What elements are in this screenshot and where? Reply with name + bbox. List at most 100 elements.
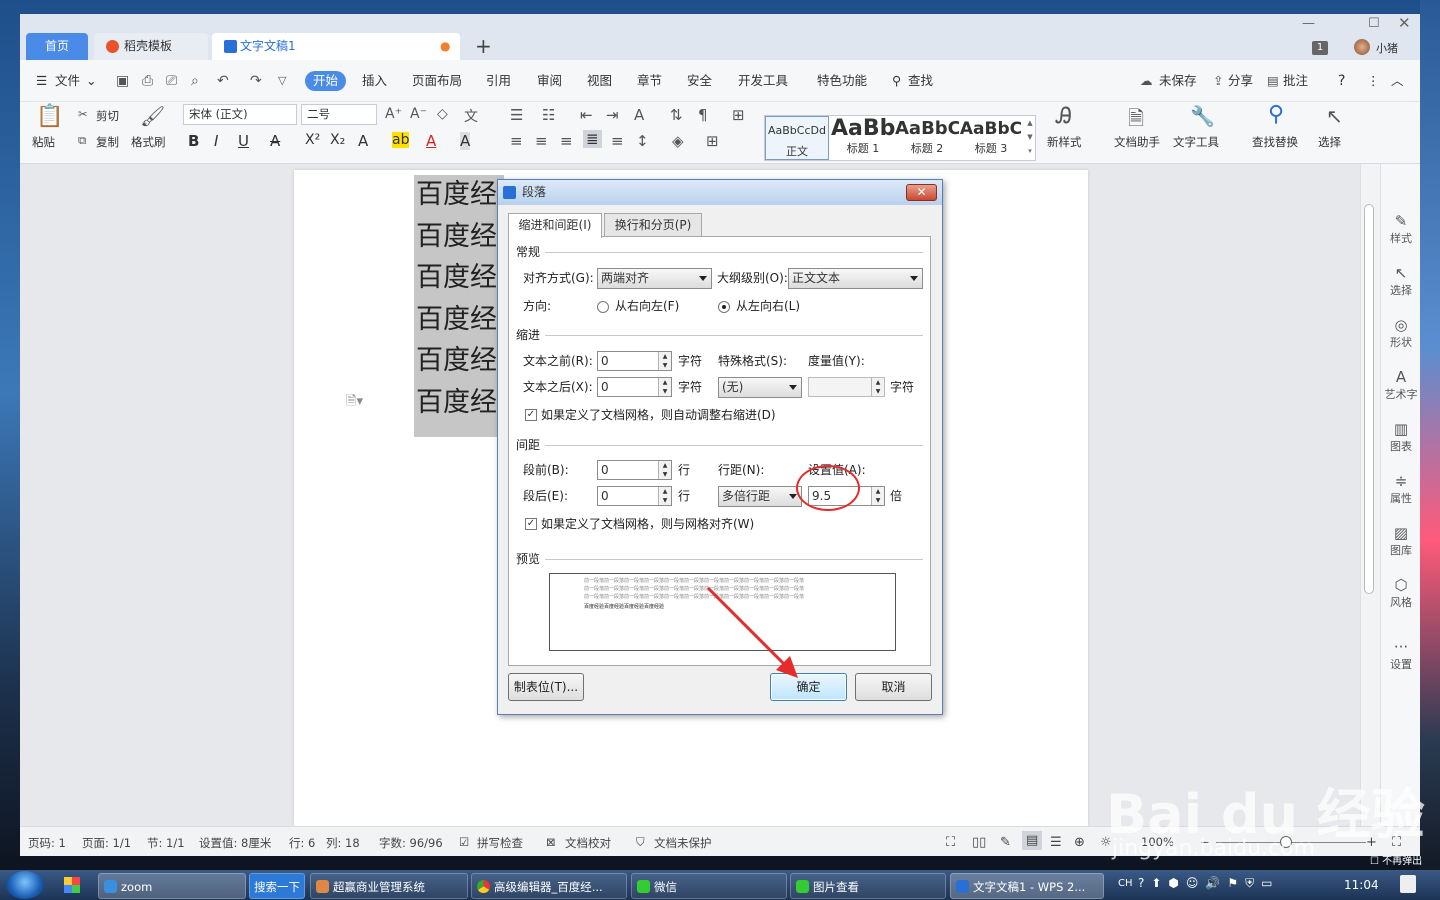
italic-icon[interactable]: I <box>214 132 218 150</box>
text-tools-button[interactable]: 文字工具 <box>1173 134 1219 150</box>
style-heading1[interactable]: AaBb 标题 1 <box>831 116 895 160</box>
taskbar-zoom[interactable]: zoom <box>98 873 246 899</box>
indent-after-unit[interactable]: 字符 <box>678 377 702 397</box>
superscript-icon[interactable]: X² <box>305 132 320 148</box>
select-button[interactable]: 选择 <box>1318 134 1341 150</box>
panel-wordart[interactable]: A 艺术字 <box>1381 368 1420 402</box>
taskbar-search[interactable]: 搜索一下 <box>249 873 305 899</box>
new-style-button[interactable]: 新样式 <box>1047 134 1082 150</box>
hamburger-icon[interactable]: ☰ <box>36 72 47 90</box>
read-mode-icon[interactable]: ▯▯ <box>972 835 986 850</box>
format-painter-button[interactable]: 格式刷 <box>131 134 166 150</box>
subscript-icon[interactable]: X₂ <box>330 132 345 148</box>
save-icon[interactable]: ▣ <box>116 72 129 90</box>
line-spacing-icon[interactable]: ↕ <box>636 132 649 150</box>
style-normal[interactable]: AaBbCcDd 正文 <box>765 116 829 160</box>
tab-document[interactable]: 文字文稿1 ● <box>212 33 460 60</box>
spin-buttons-icon[interactable]: ▲ ▼ <box>871 378 884 396</box>
panel-theme[interactable]: ⬡ 风格 <box>1381 576 1420 610</box>
menu-review[interactable]: 审阅 <box>537 72 562 90</box>
justify-icon[interactable]: ≣ <box>583 130 602 148</box>
spin-buttons-icon[interactable]: ▲ ▼ <box>658 487 671 505</box>
space-after-input[interactable]: 0 ▲ ▼ <box>597 486 672 506</box>
bold-icon[interactable]: B <box>188 132 199 150</box>
table-border-icon[interactable]: ⊞ <box>732 106 745 124</box>
window-maximize-button[interactable]: ☐ <box>1368 16 1380 31</box>
font-color-icon[interactable]: A <box>426 132 436 150</box>
show-marks-icon[interactable]: ¶ <box>698 106 708 124</box>
menu-search[interactable]: 查找 <box>908 72 933 90</box>
bullet-list-icon[interactable]: ☰ <box>510 106 523 124</box>
increase-indent-icon[interactable]: ⇥ <box>606 106 619 124</box>
status-row[interactable]: 行: 6 <box>289 835 315 851</box>
doc-line[interactable]: 百度经验 <box>416 340 500 381</box>
tabs-button[interactable]: 制表位(T)... <box>508 673 584 701</box>
proofread-button[interactable]: 文档校对 <box>565 835 611 851</box>
paragraph-handle-icon[interactable]: 🗎▾ <box>346 392 363 414</box>
numbered-list-icon[interactable]: ☷ <box>542 106 555 124</box>
cancel-button[interactable]: 取消 <box>855 673 932 701</box>
highlight-icon[interactable]: ab <box>392 132 410 148</box>
menu-security[interactable]: 安全 <box>687 72 712 90</box>
status-setting[interactable]: 设置值: 8厘米 <box>199 835 271 851</box>
border-icon[interactable]: ⊞ <box>706 132 719 150</box>
help-button[interactable]: ? <box>1338 72 1345 90</box>
status-col[interactable]: 列: 18 <box>326 835 360 851</box>
doc-line[interactable]: 百度经验 <box>416 299 500 340</box>
print-icon[interactable]: ⎚ <box>166 72 177 90</box>
special-format-select[interactable]: (无) <box>718 377 802 398</box>
collapse-ribbon-icon[interactable]: ︿ <box>1391 72 1404 90</box>
notification-badge[interactable]: 1 <box>1312 41 1328 55</box>
status-page-code[interactable]: 页码: 1 <box>28 835 66 851</box>
ltr-radio[interactable] <box>718 301 730 313</box>
avatar[interactable] <box>1354 39 1370 55</box>
indent-before-unit[interactable]: 字符 <box>678 351 702 371</box>
status-section[interactable]: 节: 1/1 <box>147 835 185 851</box>
page-view-icon[interactable]: ▤ <box>1022 831 1043 850</box>
underline-icon[interactable]: U <box>238 132 249 150</box>
app-grid-icon[interactable] <box>64 877 80 893</box>
indent-before-input[interactable]: 0 ▲ ▼ <box>597 351 672 371</box>
popup-dismiss[interactable]: ☐ 不再弹出 <box>1370 852 1422 867</box>
style-gallery-scroll[interactable]: ▲ ▼ ▾ <box>1025 116 1035 160</box>
clear-format-icon[interactable]: ◇ <box>437 106 448 122</box>
tab-home[interactable]: 首页 <box>26 33 88 60</box>
user-name[interactable]: 小猪 <box>1376 40 1398 56</box>
grow-font-icon[interactable]: A⁺ <box>385 106 402 122</box>
spin-buttons-icon[interactable]: ▲ ▼ <box>658 352 671 370</box>
menu-references[interactable]: 引用 <box>486 72 511 90</box>
indent-grid-checkbox[interactable]: ✓ <box>525 409 537 421</box>
rtl-label[interactable]: 从右向左(F) <box>615 296 679 316</box>
line-spacing-select[interactable]: 多倍行距 <box>718 486 802 507</box>
panel-settings[interactable]: ··· 设置 <box>1381 638 1420 672</box>
style-heading2[interactable]: AaBbC 标题 2 <box>895 116 959 160</box>
clock[interactable]: 11:04 <box>1344 878 1379 892</box>
unsaved-status[interactable]: 未保存 <box>1159 72 1197 90</box>
char-shading-icon[interactable]: A <box>460 132 471 150</box>
copy-button[interactable]: 复制 <box>96 134 119 150</box>
taskbar-wps[interactable]: 文字文稿1 - WPS 2... <box>950 873 1104 899</box>
strikethrough-icon[interactable]: A <box>270 132 280 150</box>
comment-button[interactable]: 批注 <box>1283 72 1308 90</box>
spin-buttons-icon[interactable]: ▲ ▼ <box>658 461 671 479</box>
space-before-input[interactable]: 0 ▲ ▼ <box>597 460 672 480</box>
chevron-down-icon[interactable]: ⌄ <box>86 72 96 90</box>
tray-icons[interactable]: ?⬆⬢☺🔊⚑⛨▭ <box>1138 876 1279 891</box>
indent-after-input[interactable]: 0 ▲ ▼ <box>597 377 672 397</box>
paste-icon[interactable]: 📋 <box>36 104 63 129</box>
panel-select[interactable]: ↖ 选择 <box>1381 264 1420 298</box>
decrease-indent-icon[interactable]: ⇤ <box>580 106 593 124</box>
menu-insert[interactable]: 插入 <box>362 72 387 90</box>
dialog-close-button[interactable]: ✕ <box>906 184 937 201</box>
language-indicator[interactable]: CH <box>1118 878 1133 889</box>
menu-special[interactable]: 特色功能 <box>817 72 867 90</box>
protect-status[interactable]: 文档未保护 <box>654 835 712 851</box>
spell-check-button[interactable]: 拼写检查 <box>477 835 523 851</box>
phonetic-icon[interactable]: 文 <box>464 106 478 126</box>
text-effect-icon[interactable]: A <box>358 132 368 150</box>
snap-grid-checkbox[interactable]: ✓ <box>525 518 537 530</box>
new-tab-button[interactable]: + <box>475 33 492 59</box>
menu-developer[interactable]: 开发工具 <box>738 72 788 90</box>
start-button[interactable] <box>6 871 44 899</box>
panel-properties[interactable]: ≑ 属性 <box>1381 472 1420 506</box>
